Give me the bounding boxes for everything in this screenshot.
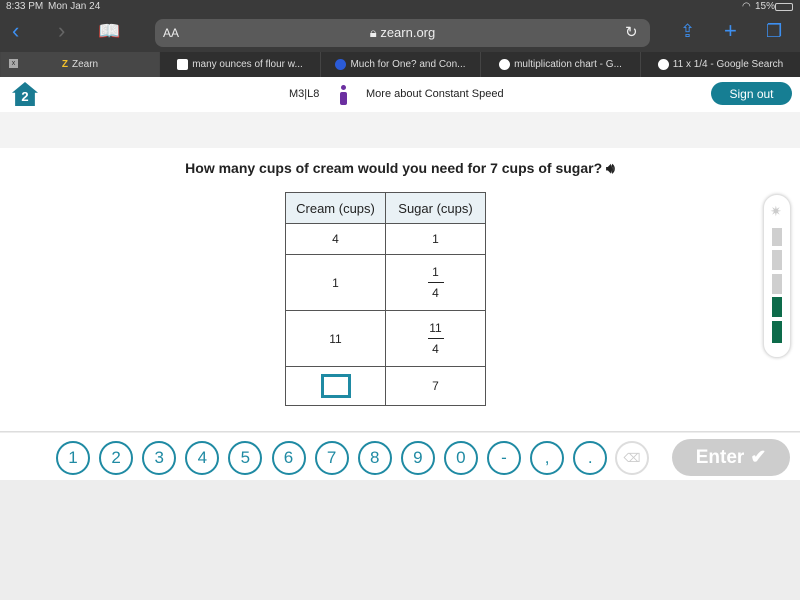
tab-much-for-one[interactable]: Much for One? and Con... xyxy=(320,52,480,77)
key-11[interactable]: , xyxy=(530,441,565,475)
bookmarks-icon[interactable]: 📖 xyxy=(98,21,120,42)
battery-icon xyxy=(775,3,793,11)
progress-segment xyxy=(772,274,782,294)
sign-out-button[interactable]: Sign out xyxy=(711,82,792,105)
time: 8:33 PM xyxy=(6,1,44,12)
reload-icon[interactable]: ↻ xyxy=(625,23,638,41)
progress-meter: ✷ xyxy=(763,194,791,358)
star-icon: ✷ xyxy=(770,203,782,219)
key-8[interactable]: 9 xyxy=(400,441,435,475)
lesson-title: More about Constant Speed xyxy=(366,88,504,100)
favicon xyxy=(177,59,189,70)
tabs-icon[interactable]: ❐ xyxy=(766,21,782,42)
fraction: 11 4 xyxy=(427,321,444,356)
speaker-icon[interactable]: 🔊︎ xyxy=(606,160,615,176)
tab-flour[interactable]: many ounces of flour w... xyxy=(159,52,320,77)
key-7[interactable]: 8 xyxy=(357,441,392,475)
address-bar[interactable]: AA 🔒︎ zearn.org ↻ xyxy=(155,19,650,47)
key-1[interactable]: 2 xyxy=(99,441,134,475)
progress-segment xyxy=(772,228,782,246)
browser-toolbar: ‹ › 📖 AA 🔒︎ zearn.org ↻ ⇪ + ❐ xyxy=(0,14,800,52)
key-12[interactable]: . xyxy=(573,441,608,475)
lesson-code: M3|L8 xyxy=(289,88,320,100)
table-row: 11 11 4 xyxy=(285,310,486,367)
checkmark-icon: ✔ xyxy=(750,447,767,468)
url-text: zearn.org xyxy=(380,25,436,40)
tab-google-search[interactable]: 11 x 1/4 - Google Search xyxy=(640,52,800,77)
number-keypad: 1234567890-,. ⌫ Enter ✔ xyxy=(0,433,800,480)
table-row: 114 xyxy=(285,254,486,311)
progress-segment xyxy=(772,321,782,343)
status-bar: 8:33 PM Mon Jan 24 ◠ 15% xyxy=(0,0,800,14)
header-sugar: Sugar (cups) xyxy=(385,192,486,224)
key-6[interactable]: 7 xyxy=(314,441,349,475)
tab-multiplication-chart[interactable]: multiplication chart - G... xyxy=(480,52,640,77)
google-icon xyxy=(499,59,511,70)
share-icon[interactable]: ⇪ xyxy=(680,21,695,42)
new-tab-icon[interactable]: + xyxy=(724,18,737,44)
key-9[interactable]: 0 xyxy=(443,441,478,475)
google-icon xyxy=(657,59,669,70)
divider-band xyxy=(0,112,800,148)
key-10[interactable]: - xyxy=(487,441,521,475)
enter-button[interactable]: Enter ✔ xyxy=(672,439,790,476)
table-row: 7 xyxy=(285,366,486,406)
favicon xyxy=(335,59,347,70)
zearn-favicon: Z xyxy=(61,59,68,70)
question-text: How many cups of cream would you need fo… xyxy=(185,160,603,176)
back-icon[interactable]: ‹ xyxy=(12,18,19,44)
date: Mon Jan 24 xyxy=(48,1,101,12)
key-4[interactable]: 5 xyxy=(228,441,263,475)
zearn-home-icon[interactable]: 2 xyxy=(12,82,38,106)
info-icon xyxy=(340,85,347,105)
key-2[interactable]: 3 xyxy=(142,441,177,475)
answer-input[interactable] xyxy=(320,374,351,398)
lock-icon: 🔒︎ xyxy=(369,25,377,40)
table-row: 41 xyxy=(285,223,486,255)
forward-icon[interactable]: › xyxy=(58,18,65,44)
close-tab-icon[interactable]: x xyxy=(9,59,18,68)
battery-level: 15% xyxy=(755,1,776,12)
header-cream: Cream (cups) xyxy=(285,192,386,224)
key-3[interactable]: 4 xyxy=(185,441,220,475)
key-5[interactable]: 6 xyxy=(271,441,306,475)
tab-bar: x Z Zearn many ounces of flour w... Much … xyxy=(0,52,800,77)
key-0[interactable]: 1 xyxy=(56,441,90,475)
fraction: 14 xyxy=(427,265,444,300)
ratio-table: Cream (cups) Sugar (cups) 41 114 11 11 4 7 xyxy=(285,192,486,406)
wifi-icon: ◠ xyxy=(742,1,751,12)
problem-area: How many cups of cream would you need fo… xyxy=(0,148,800,432)
progress-segment xyxy=(772,297,782,317)
app-header: 2 M3|L8 More about Constant Speed Sign o… xyxy=(0,77,800,112)
backspace-key[interactable]: ⌫ xyxy=(615,441,649,475)
tab-zearn[interactable]: x Z Zearn xyxy=(0,52,159,77)
progress-segment xyxy=(772,250,782,270)
